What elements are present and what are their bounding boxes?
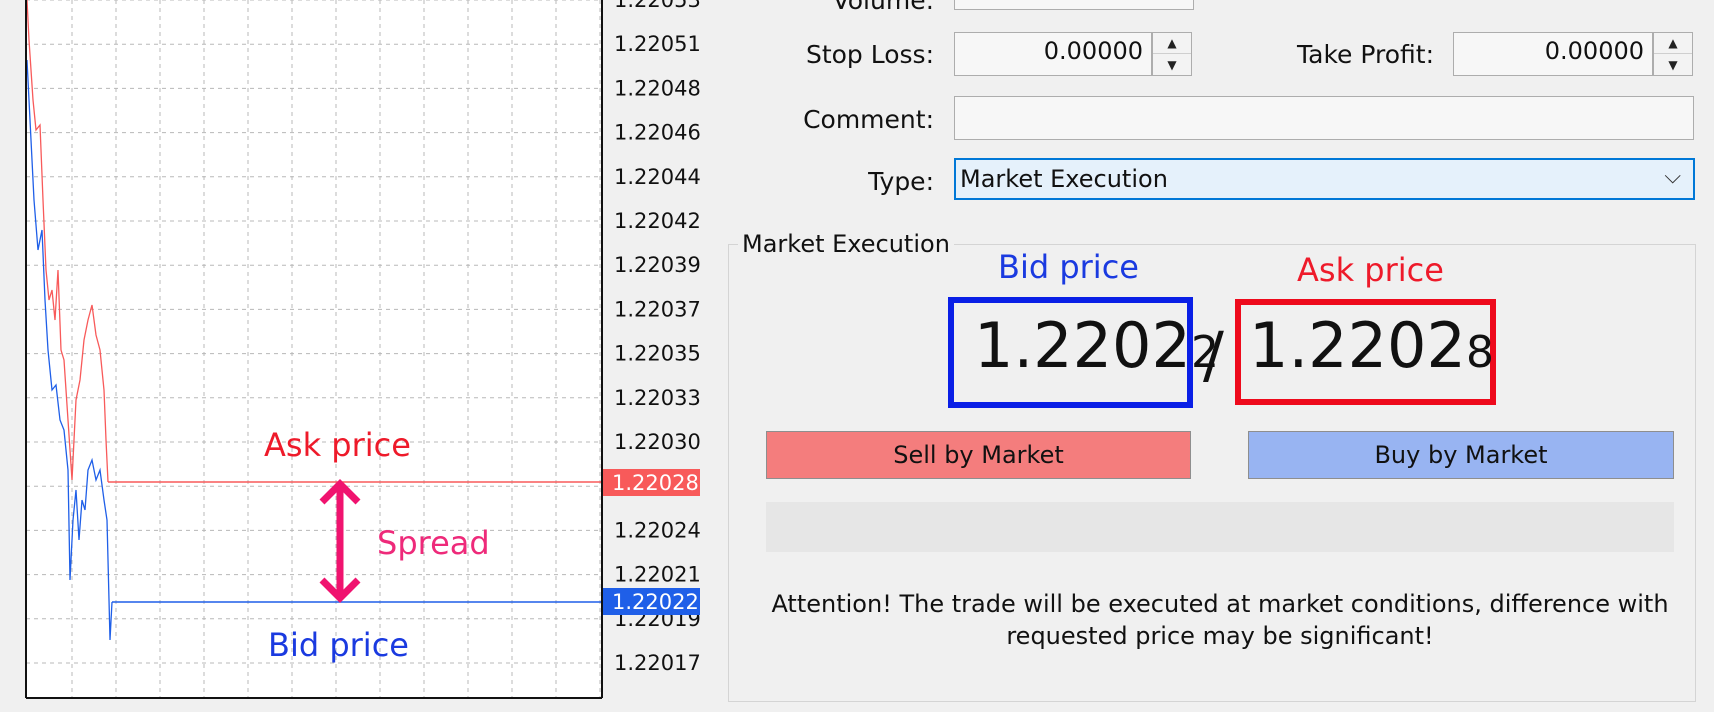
chevron-down-icon: ⌵ — [1664, 164, 1681, 189]
comment-label: Comment: — [803, 105, 934, 134]
price-axis-label: 1.22039 — [614, 253, 701, 277]
price-axis-label: 1.22024 — [614, 518, 701, 542]
ask-price-main: 1.2202 — [1249, 309, 1466, 382]
price-axis-label: 1.22053 — [614, 0, 701, 12]
ask-price-small-digit: 8 — [1465, 327, 1494, 378]
price-axis: 1.22053 1.22051 1.22048 1.22046 1.22044 1.220… — [614, 0, 701, 675]
triangle-down-icon[interactable]: ▼ — [1654, 54, 1692, 75]
tick-chart[interactable]: 1.22053 1.22051 1.22048 1.22046 1.22044 1.220… — [0, 0, 712, 712]
price-separator: / — [1203, 318, 1224, 391]
chart-spread-annotation: Spread — [377, 524, 490, 562]
bid-price-display: 1.22022 — [948, 297, 1219, 408]
bid-price-annotation: Bid price — [998, 248, 1139, 286]
bid-price-tag: 1.22022 — [612, 590, 699, 614]
attention-message: Attention! The trade will be executed at… — [771, 590, 1669, 650]
order-type-value: Market Execution — [960, 165, 1168, 193]
stop-loss-label: Stop Loss: — [805, 40, 934, 69]
type-label: Type: — [868, 167, 934, 196]
price-axis-label: 1.22033 — [614, 386, 701, 410]
volume-label: Volume: — [832, 0, 934, 15]
price-axis-label: 1.22048 — [614, 76, 701, 100]
triangle-up-icon[interactable]: ▲ — [1654, 33, 1692, 54]
take-profit-stepper[interactable]: ▲ ▼ — [1653, 32, 1693, 76]
price-axis-label: 1.22017 — [614, 651, 701, 675]
triangle-up-icon[interactable]: ▲ — [1153, 33, 1191, 54]
take-profit-input[interactable]: 0.00000 — [1453, 32, 1653, 76]
price-axis-label: 1.22046 — [614, 121, 701, 145]
order-type-select[interactable]: Market Execution ⌵ — [954, 158, 1695, 200]
chart-ask-annotation: Ask price — [264, 426, 411, 464]
take-profit-label: Take Profit: — [1297, 40, 1434, 69]
buy-by-market-button[interactable]: Buy by Market — [1248, 431, 1674, 479]
volume-field[interactable] — [954, 0, 1194, 10]
plot-area — [26, 0, 602, 698]
price-axis-label: 1.22037 — [614, 297, 701, 321]
comment-input[interactable] — [954, 96, 1694, 140]
stop-loss-stepper[interactable]: ▲ ▼ — [1152, 32, 1192, 76]
price-axis-label: 1.22044 — [614, 165, 701, 189]
triangle-down-icon[interactable]: ▼ — [1153, 54, 1191, 75]
price-axis-label: 1.22042 — [614, 209, 701, 233]
price-axis-label: 1.22051 — [614, 32, 701, 56]
sell-by-market-button[interactable]: Sell by Market — [766, 431, 1191, 479]
ask-price-annotation: Ask price — [1297, 251, 1444, 289]
ask-price-display: 1.22028 — [1235, 299, 1496, 405]
execution-status-area — [766, 502, 1674, 552]
price-axis-label: 1.22035 — [614, 342, 701, 366]
price-axis-label: 1.22021 — [614, 563, 701, 587]
bid-price-main: 1.2202 — [974, 309, 1191, 382]
chart-canvas: 1.22053 1.22051 1.22048 1.22046 1.22044 1.220… — [25, 0, 701, 699]
chart-bid-annotation: Bid price — [268, 626, 409, 664]
price-axis-label: 1.22030 — [614, 430, 701, 454]
stop-loss-input[interactable]: 0.00000 — [954, 32, 1152, 76]
market-execution-group-title: Market Execution — [738, 230, 954, 258]
ask-price-tag: 1.22028 — [612, 471, 699, 495]
